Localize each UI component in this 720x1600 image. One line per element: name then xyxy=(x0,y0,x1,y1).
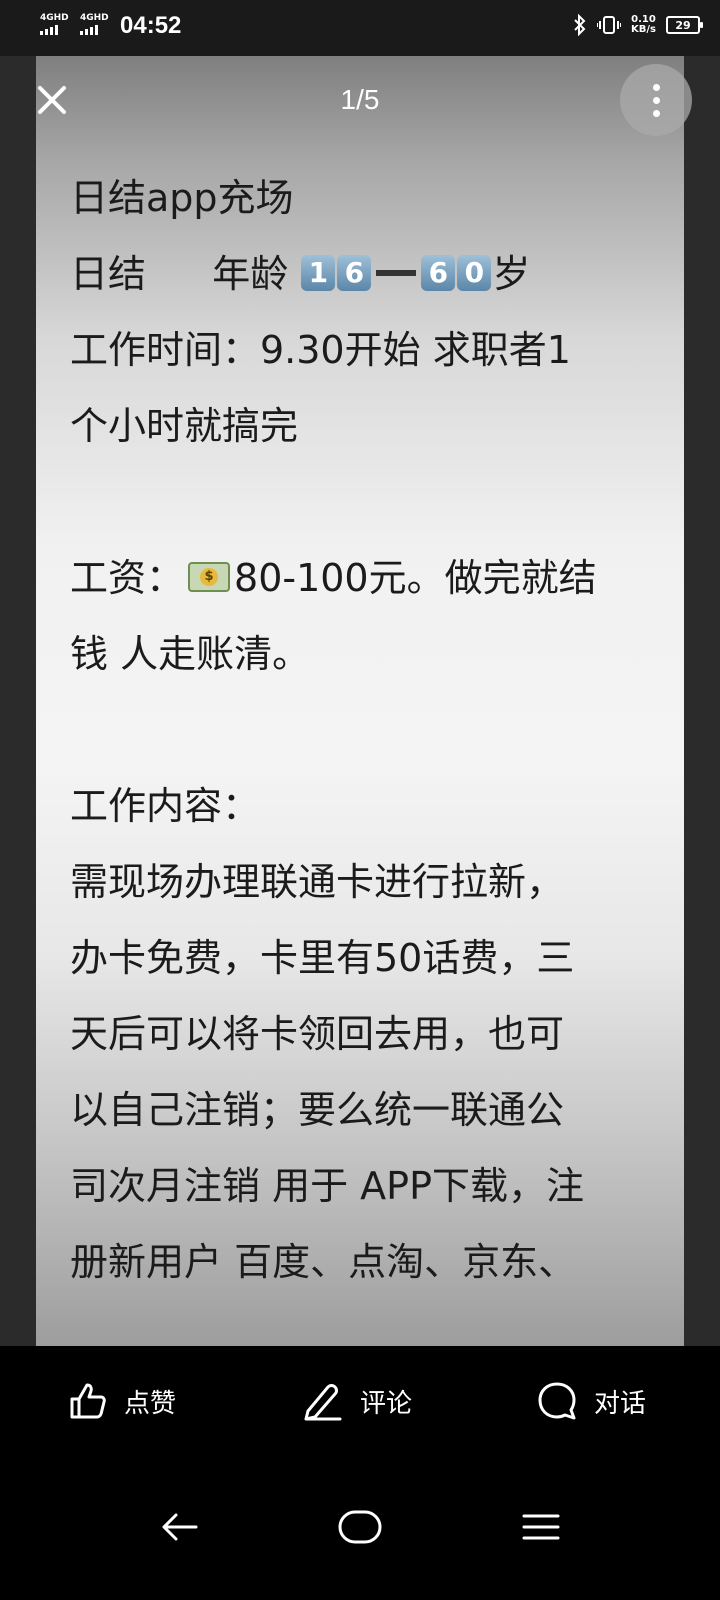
image-counter: 1/5 xyxy=(340,84,380,115)
signal-bars-icon xyxy=(40,25,69,35)
bluetooth-icon xyxy=(574,14,586,36)
vibrate-icon xyxy=(597,16,622,34)
text-line: 个小时就搞完 xyxy=(70,404,299,448)
action-bar: 点赞 评论 对话 xyxy=(0,1346,720,1456)
text-line: 需现场办理联通卡进行拉新， xyxy=(70,860,565,904)
text-line: 日结app充场 xyxy=(70,176,294,220)
comment-button[interactable]: 评论 xyxy=(302,1346,412,1456)
home-pill-icon[interactable] xyxy=(338,1510,382,1544)
text-line: 钱 人走账清。 xyxy=(70,632,311,676)
signal-indicator-1: 4GHD xyxy=(40,14,69,35)
text-line: 以自己注销；要么统一联通公 xyxy=(70,1088,565,1132)
text-line: 工作内容： xyxy=(70,784,261,828)
text-fragment: 80-100元。做完就结 xyxy=(234,556,597,600)
image-text-content: 日结app充场 日结 年龄 1660岁 工作时间：9.30开始 求职者1 个小时… xyxy=(70,160,650,1300)
like-button[interactable]: 点赞 xyxy=(68,1346,176,1456)
more-vertical-icon xyxy=(652,83,660,91)
signal-indicator-2: 4GHD xyxy=(80,14,109,35)
chat-bubble-icon xyxy=(538,1382,576,1420)
network-speed: 0.10 KB/s xyxy=(631,15,656,35)
text-line: 日结 年龄 1660岁 xyxy=(70,236,650,312)
dash-emoji xyxy=(376,269,417,276)
signal-bars-icon xyxy=(80,25,109,35)
battery-level: 29 xyxy=(675,18,691,32)
text-line: 天后可以将卡领回去用，也可 xyxy=(70,1012,565,1056)
status-icons: 0.10 KB/s 29 xyxy=(573,14,703,36)
keycap-digit-emoji: 6 xyxy=(337,254,372,291)
keycap-digit-emoji: 6 xyxy=(421,254,456,291)
comment-label: 评论 xyxy=(360,1388,413,1419)
battery-icon: 29 xyxy=(666,16,703,34)
side-band-right xyxy=(684,56,720,1346)
more-dot xyxy=(652,109,660,117)
text-fragment: 年龄 xyxy=(212,252,289,296)
text-fragment: 岁 xyxy=(492,252,531,296)
system-nav-bar xyxy=(0,1456,720,1600)
more-options-button[interactable] xyxy=(620,64,692,136)
text-line: 办卡免费，卡里有50话费，三 xyxy=(70,936,575,980)
keycap-digit-emoji: 0 xyxy=(457,254,492,291)
text-line: 工资： 80-100元。做完就结 xyxy=(70,540,650,616)
text-line: 工作时间：9.30开始 求职者1 xyxy=(70,328,571,372)
money-banknote-icon xyxy=(188,561,231,592)
text-line: 册新用户 百度、点淘、京东、 xyxy=(70,1240,577,1284)
text-fragment: 工资： xyxy=(70,556,185,600)
pencil-icon xyxy=(304,1384,342,1421)
like-label: 点赞 xyxy=(124,1388,177,1419)
speed-unit: KB/s xyxy=(631,24,656,35)
clock: 04:52 xyxy=(120,12,182,39)
menu-icon[interactable] xyxy=(522,1512,560,1542)
side-band-left xyxy=(0,56,36,1346)
more-dot xyxy=(652,96,660,104)
network-type-label: 4GHD xyxy=(80,13,109,23)
keycap-digit-emoji: 1 xyxy=(301,254,336,291)
network-type-label: 4GHD xyxy=(40,13,69,23)
thumbs-up-icon xyxy=(70,1383,106,1419)
status-bar: 4GHD 4GHD 04:52 0.10 KB/s 29 xyxy=(0,0,720,56)
text-fragment: 日结 xyxy=(70,252,147,296)
back-arrow-icon[interactable] xyxy=(160,1512,200,1542)
chat-label: 对话 xyxy=(594,1388,647,1419)
chat-button[interactable]: 对话 xyxy=(536,1346,646,1456)
text-line: 司次月注销 用于 APP下载，注 xyxy=(70,1164,584,1208)
